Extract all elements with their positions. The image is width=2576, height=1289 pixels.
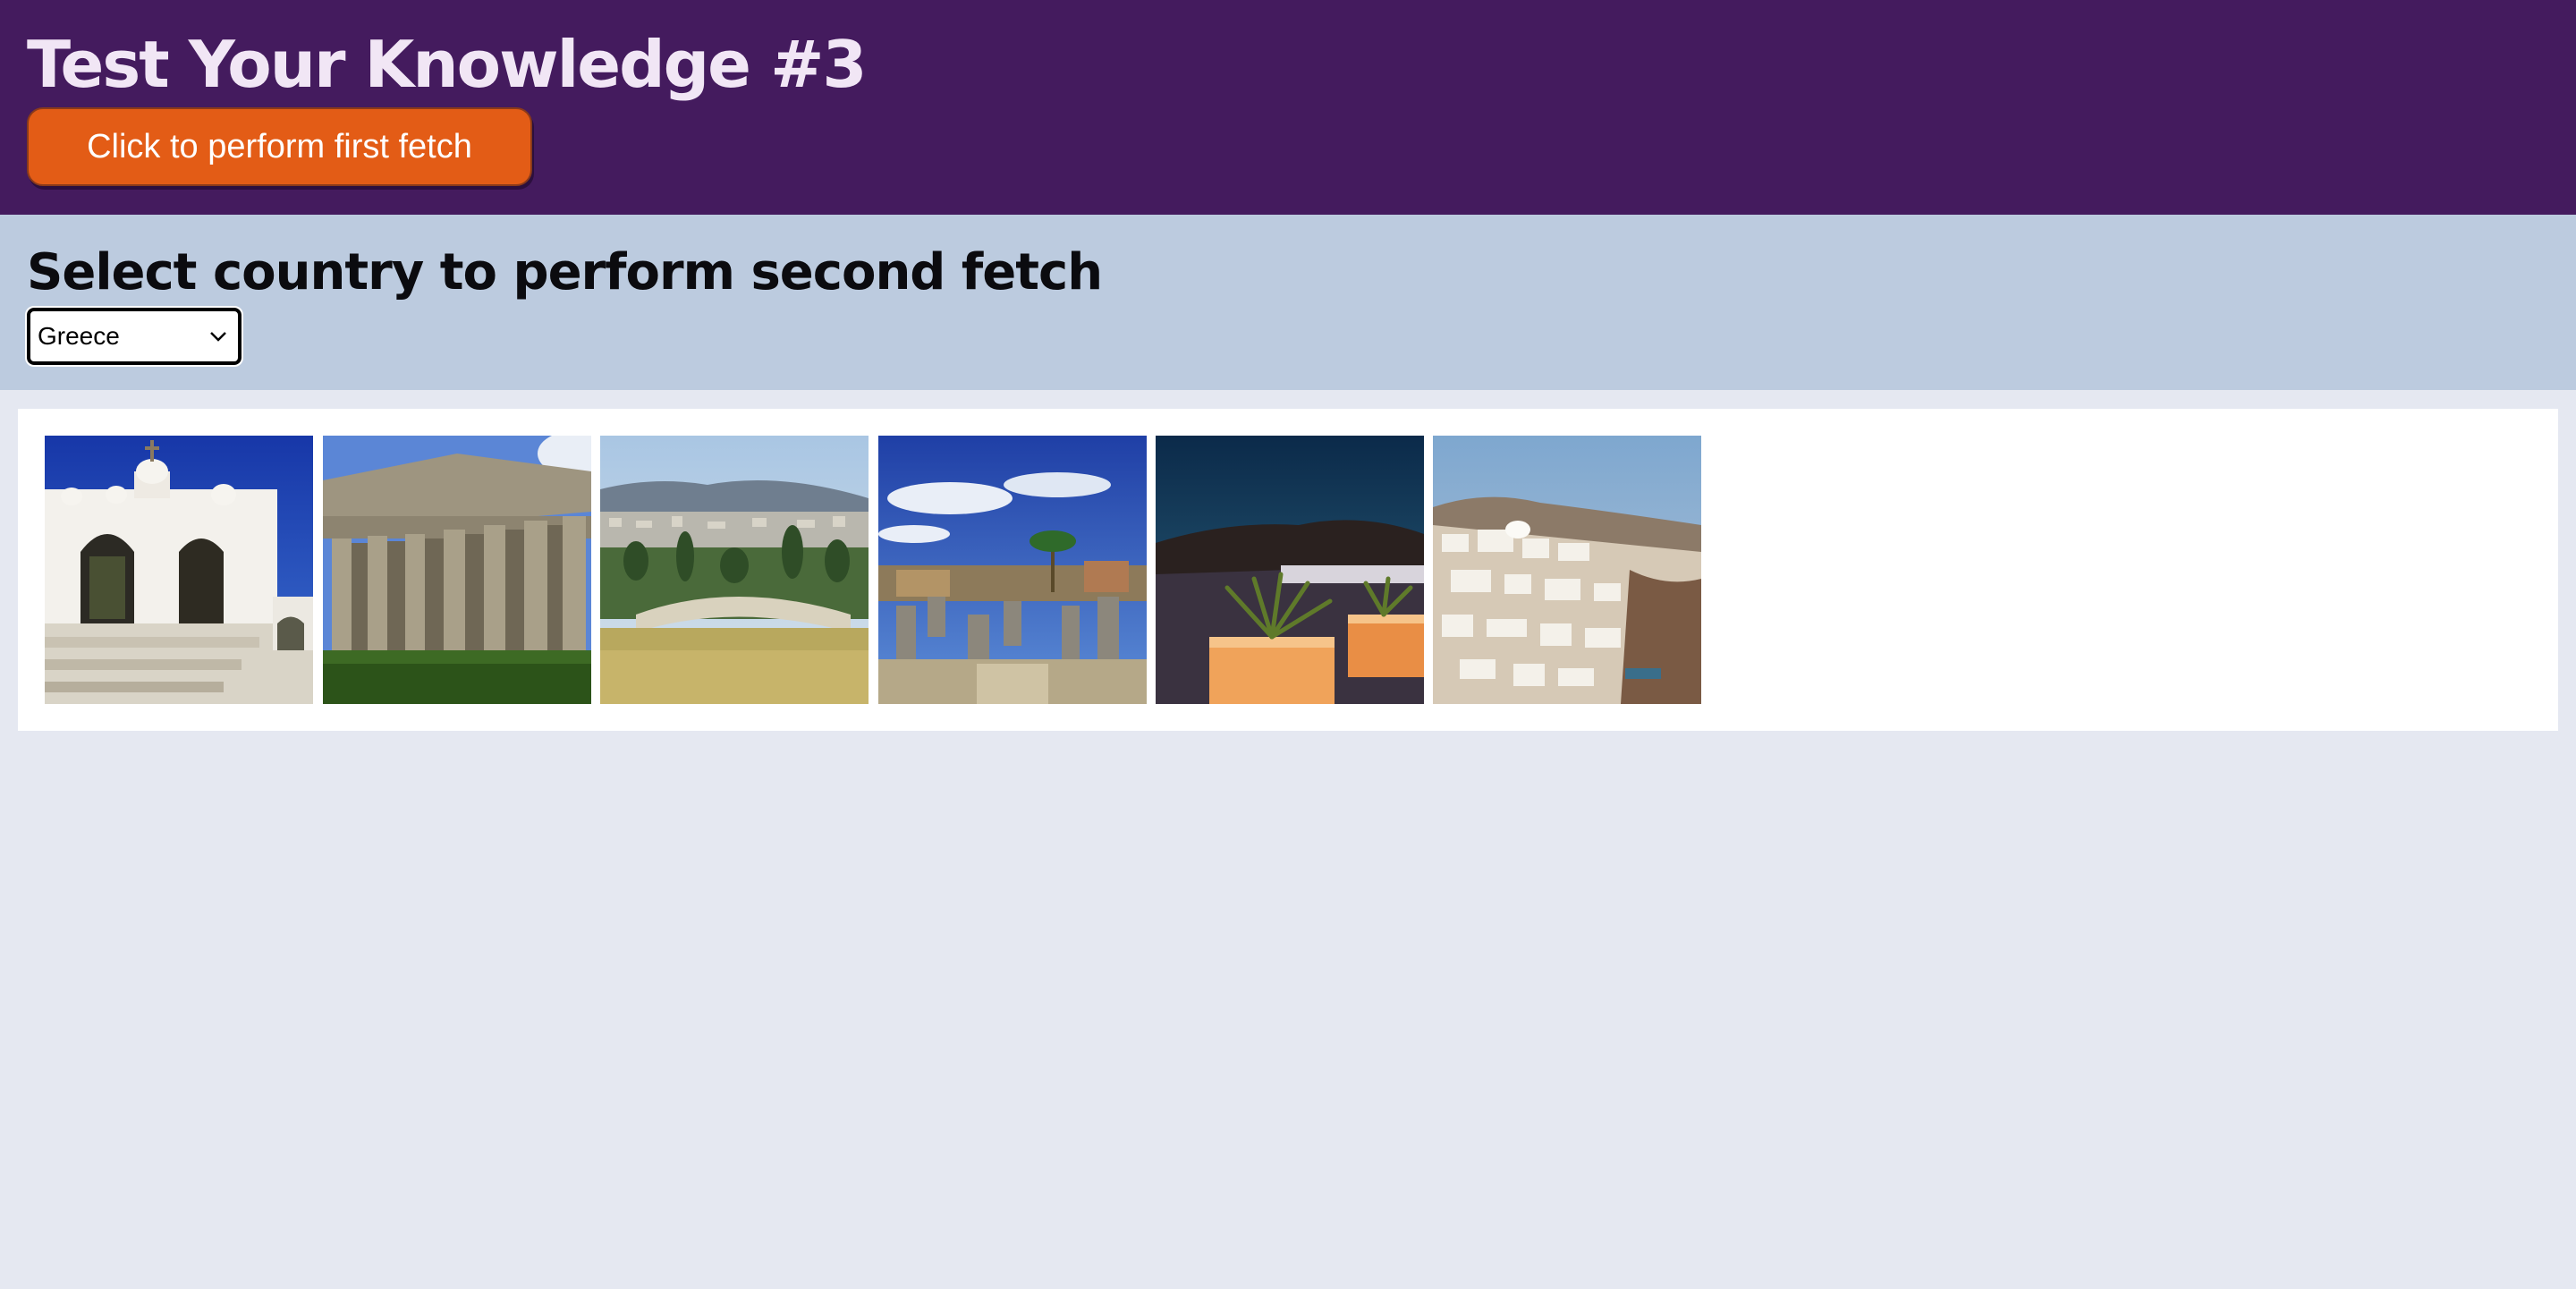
- gallery-photo[interactable]: [600, 436, 869, 704]
- gallery-photo[interactable]: [1433, 436, 1701, 704]
- page-header: Test Your Knowledge #3 Click to perform …: [0, 0, 2576, 215]
- photo-gallery: [18, 409, 2558, 731]
- gallery-photo[interactable]: [878, 436, 1147, 704]
- country-select-value: Greece: [38, 322, 120, 350]
- country-section: Select country to perform second fetch G…: [0, 215, 2576, 390]
- gallery-photo[interactable]: [323, 436, 591, 704]
- first-fetch-button[interactable]: Click to perform first fetch: [27, 107, 532, 186]
- section-title: Select country to perform second fetch: [27, 243, 1103, 301]
- page-title: Test Your Knowledge #3: [27, 27, 867, 102]
- gallery-photo[interactable]: [45, 436, 313, 704]
- gallery-photo[interactable]: [1156, 436, 1424, 704]
- chevron-down-icon: [210, 332, 226, 342]
- country-select[interactable]: Greece: [25, 306, 243, 367]
